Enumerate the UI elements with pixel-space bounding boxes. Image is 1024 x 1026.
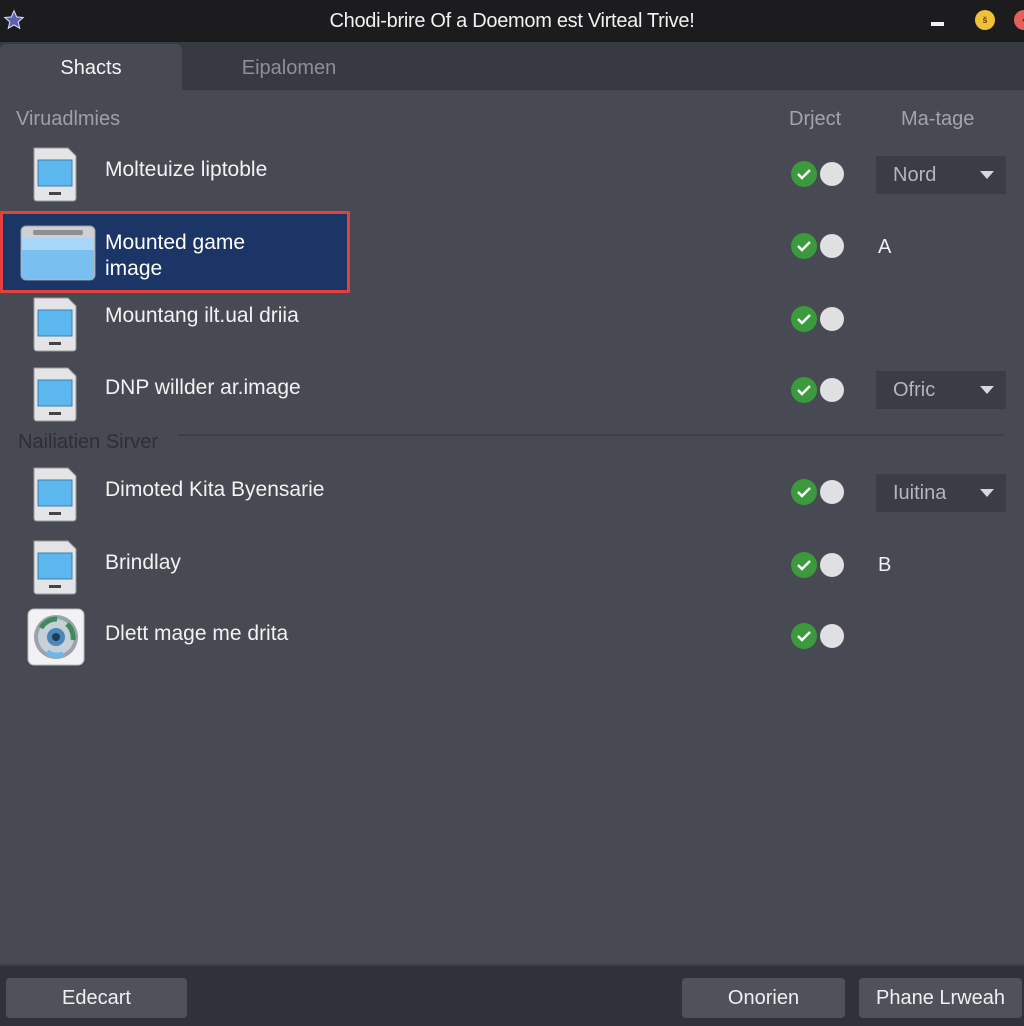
minimize-icon[interactable] xyxy=(931,22,944,26)
check-icon xyxy=(791,233,817,259)
mount-dropdown[interactable]: Ofric xyxy=(876,371,1006,409)
list-item[interactable]: Molteuize liptoble Nord xyxy=(0,142,1024,206)
toggle-dot[interactable] xyxy=(820,378,844,402)
status-indicator[interactable] xyxy=(791,161,847,189)
section-header-virtual: Viruadlmies xyxy=(16,108,121,130)
dropdown-value: Ofric xyxy=(893,379,936,401)
virtual-drive-icon xyxy=(33,147,77,202)
virtual-drive-icon xyxy=(33,367,77,422)
mount-dropdown[interactable]: Nord xyxy=(876,156,1006,194)
chevron-down-icon xyxy=(980,386,994,394)
toggle-dot[interactable] xyxy=(820,234,844,258)
tab-eipalomen[interactable]: Eipalomen xyxy=(182,44,396,90)
disc-image-icon xyxy=(27,608,85,666)
tab-bar: Shacts Eipalomen xyxy=(0,42,1024,90)
status-indicator[interactable] xyxy=(791,623,847,651)
maximize-button[interactable]: š xyxy=(975,10,995,30)
check-icon xyxy=(791,161,817,187)
dropdown-value: Nord xyxy=(893,164,937,186)
status-indicator[interactable] xyxy=(791,552,847,580)
edecart-button[interactable]: Edecart xyxy=(6,978,187,1018)
item-label: Dlett mage me drita xyxy=(105,622,289,645)
mount-letter: B xyxy=(878,554,892,576)
column-header-mountage: Ma-tage xyxy=(901,108,975,130)
dropdown-value: Iuitina xyxy=(893,482,947,504)
section-divider xyxy=(178,434,1004,436)
toggle-dot[interactable] xyxy=(820,162,844,186)
item-label-line1: Mounted game xyxy=(105,231,246,254)
mount-dropdown[interactable]: Iuitina xyxy=(876,474,1006,512)
tab-shacts[interactable]: Shacts xyxy=(0,44,182,90)
check-icon xyxy=(791,623,817,649)
footer-bar: Edecart Onorien Phane Lrweah xyxy=(0,964,1024,1026)
list-item-selected[interactable]: Mounted game image xyxy=(0,211,350,293)
virtual-drive-icon xyxy=(33,467,77,522)
item-label: Mounted game image xyxy=(105,230,245,282)
window-title: Chodi-brire Of a Doemom est Virteal Triv… xyxy=(329,10,695,32)
list-item[interactable]: Dlett mage me drita xyxy=(0,606,1024,670)
check-icon xyxy=(791,377,817,403)
status-indicator[interactable] xyxy=(791,233,847,261)
item-label: Molteuize liptoble xyxy=(105,158,268,181)
list-item[interactable]: Dimoted Kita Byensarie Iuitina xyxy=(0,462,1024,526)
toggle-dot[interactable] xyxy=(820,307,844,331)
phane-lrweah-button[interactable]: Phane Lrweah xyxy=(859,978,1022,1018)
item-label-line2: image xyxy=(105,257,163,280)
toggle-dot[interactable] xyxy=(820,553,844,577)
chevron-down-icon xyxy=(980,171,994,179)
chevron-down-icon xyxy=(980,489,994,497)
status-indicator[interactable] xyxy=(791,479,847,507)
virtual-drive-icon xyxy=(33,540,77,595)
status-indicator[interactable] xyxy=(791,306,847,334)
item-label: Mountang ilt.ual driia xyxy=(105,304,299,327)
item-label: DNP willder ar.image xyxy=(105,376,301,399)
list-item[interactable]: DNP willder ar.image Ofric xyxy=(0,362,1024,426)
check-icon xyxy=(791,479,817,505)
toggle-dot[interactable] xyxy=(820,624,844,648)
title-bar: Chodi-brire Of a Doemom est Virteal Triv… xyxy=(0,0,1024,42)
check-icon xyxy=(791,306,817,332)
status-indicator[interactable] xyxy=(791,377,847,405)
folder-drive-icon xyxy=(20,225,96,281)
list-item[interactable]: Mountang ilt.ual driia xyxy=(0,292,1024,356)
check-icon xyxy=(791,552,817,578)
toggle-dot[interactable] xyxy=(820,480,844,504)
virtual-drive-icon xyxy=(33,297,77,352)
mount-letter: A xyxy=(878,236,892,258)
section-header-network: Nailiatien Sirver xyxy=(18,431,159,453)
column-header-object: Drject xyxy=(789,108,842,130)
list-item[interactable]: Brindlay B xyxy=(0,535,1024,599)
item-label: Dimoted Kita Byensarie xyxy=(105,478,325,501)
onorien-button[interactable]: Onorien xyxy=(682,978,845,1018)
item-label: Brindlay xyxy=(105,551,181,574)
